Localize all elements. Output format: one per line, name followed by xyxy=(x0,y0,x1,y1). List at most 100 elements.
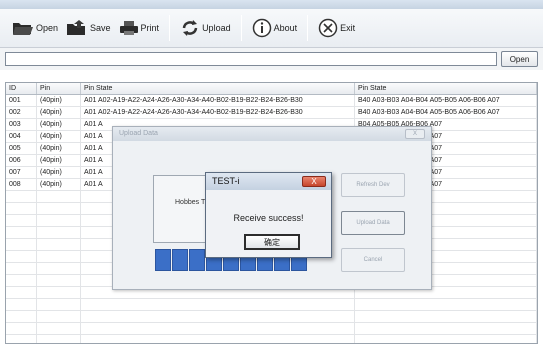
message-box-close-button[interactable]: X xyxy=(302,176,326,187)
table-header: ID Pin Pin State Pin State xyxy=(6,83,537,95)
column-header-pin[interactable]: Pin xyxy=(37,83,81,94)
upload-data-button[interactable]: Upload Data xyxy=(341,211,405,235)
empty-cell xyxy=(37,215,81,226)
cancel-button[interactable]: Cancel xyxy=(341,248,405,272)
exit-button[interactable]: Exit xyxy=(314,14,359,42)
printer-icon xyxy=(119,21,138,35)
empty-cell xyxy=(37,311,81,322)
column-header-pin-state[interactable]: Pin State xyxy=(81,83,355,94)
empty-cell xyxy=(37,263,81,274)
empty-cell xyxy=(6,287,37,298)
empty-cell xyxy=(355,323,537,334)
upload-dialog-close-button[interactable]: X xyxy=(405,129,425,139)
file-path-input[interactable] xyxy=(5,52,497,66)
column-header-pin-state-2[interactable]: Pin State xyxy=(355,83,537,94)
cell-pin: (40pin) xyxy=(37,95,81,106)
upload-button[interactable]: Upload xyxy=(176,14,235,42)
cell-pin: (40pin) xyxy=(37,143,81,154)
cell-pin: (40pin) xyxy=(37,107,81,118)
empty-cell xyxy=(6,323,37,334)
cell-pin: (40pin) xyxy=(37,131,81,142)
empty-row xyxy=(6,323,537,335)
empty-cell xyxy=(6,311,37,322)
empty-cell xyxy=(355,335,537,343)
column-header-id[interactable]: ID xyxy=(6,83,37,94)
cell-id: 001 xyxy=(6,95,37,106)
progress-block xyxy=(189,249,205,271)
cell-pin: (40pin) xyxy=(37,119,81,130)
cell-id: 005 xyxy=(6,143,37,154)
about-label: About xyxy=(273,23,298,33)
cell-pin-state: A01 A02-A19-A22-A24-A26-A30-A34-A40-B02-… xyxy=(81,107,355,118)
window-titlebar xyxy=(0,0,543,9)
empty-cell xyxy=(37,323,81,334)
about-button[interactable]: About xyxy=(248,14,302,42)
progress-block xyxy=(172,249,188,271)
empty-cell xyxy=(37,191,81,202)
cell-id: 003 xyxy=(6,119,37,130)
folder-open-icon xyxy=(13,23,33,35)
cell-id: 008 xyxy=(6,179,37,190)
cell-id: 002 xyxy=(6,107,37,118)
empty-cell xyxy=(6,263,37,274)
empty-cell xyxy=(81,335,355,343)
empty-cell xyxy=(6,203,37,214)
message-text: Receive success! xyxy=(233,213,304,223)
toolbar: Open Save Print Upload About Exit xyxy=(0,9,543,48)
empty-cell xyxy=(37,227,81,238)
print-label: Print xyxy=(140,23,160,33)
empty-cell xyxy=(37,239,81,250)
table-row[interactable]: 002 (40pin) A01 A02-A19-A22-A24-A26-A30-A3… xyxy=(6,107,537,119)
cell-pin: (40pin) xyxy=(37,155,81,166)
progress-block xyxy=(155,249,171,271)
cell-pin-state-2: B40 A03-B03 A04-B04 A05-B05 A06-B06 A07 xyxy=(355,95,537,106)
empty-cell xyxy=(81,311,355,322)
save-button[interactable]: Save xyxy=(62,14,115,42)
refresh-upload-icon xyxy=(182,20,198,36)
empty-cell xyxy=(6,215,37,226)
empty-cell xyxy=(37,287,81,298)
folder-save-icon xyxy=(67,20,86,35)
empty-cell xyxy=(6,251,37,262)
empty-cell xyxy=(6,335,37,343)
empty-row xyxy=(6,299,537,311)
browse-open-button[interactable]: Open xyxy=(501,51,538,67)
open-button[interactable]: Open xyxy=(8,14,62,42)
ok-button[interactable]: 确定 xyxy=(244,234,300,250)
message-box: TEST-i X Receive success! 确定 xyxy=(205,172,332,258)
cell-pin-state: A01 A02-A19-A22-A24-A26-A30-A34-A40-B02-… xyxy=(81,95,355,106)
cell-id: 006 xyxy=(6,155,37,166)
close-circle-icon xyxy=(318,18,338,38)
cell-id: 004 xyxy=(6,131,37,142)
refresh-device-button[interactable]: Refresh Dev xyxy=(341,173,405,197)
empty-row xyxy=(6,335,537,343)
empty-cell xyxy=(37,251,81,262)
empty-cell xyxy=(81,299,355,310)
save-label: Save xyxy=(90,23,111,33)
empty-cell xyxy=(6,299,37,310)
toolbar-separator xyxy=(307,15,309,41)
empty-cell xyxy=(6,191,37,202)
empty-cell xyxy=(37,203,81,214)
upload-dialog-title: Upload Data xyxy=(113,127,431,141)
empty-cell xyxy=(81,323,355,334)
exit-label: Exit xyxy=(340,23,356,33)
open-label: Open xyxy=(36,23,59,33)
toolbar-separator xyxy=(240,15,242,41)
table-row[interactable]: 001 (40pin) A01 A02-A19-A22-A24-A26-A30-A3… xyxy=(6,95,537,107)
print-button[interactable]: Print xyxy=(115,14,164,42)
cell-pin: (40pin) xyxy=(37,179,81,190)
file-path-row: Open xyxy=(0,48,543,70)
empty-cell xyxy=(6,227,37,238)
cell-id: 007 xyxy=(6,167,37,178)
upload-label: Upload xyxy=(202,23,231,33)
empty-cell xyxy=(6,275,37,286)
empty-row xyxy=(6,311,537,323)
empty-cell xyxy=(355,311,537,322)
info-icon xyxy=(252,18,271,38)
empty-cell xyxy=(37,275,81,286)
cell-pin: (40pin) xyxy=(37,167,81,178)
toolbar-separator xyxy=(169,15,171,41)
empty-cell xyxy=(37,299,81,310)
empty-cell xyxy=(37,335,81,343)
